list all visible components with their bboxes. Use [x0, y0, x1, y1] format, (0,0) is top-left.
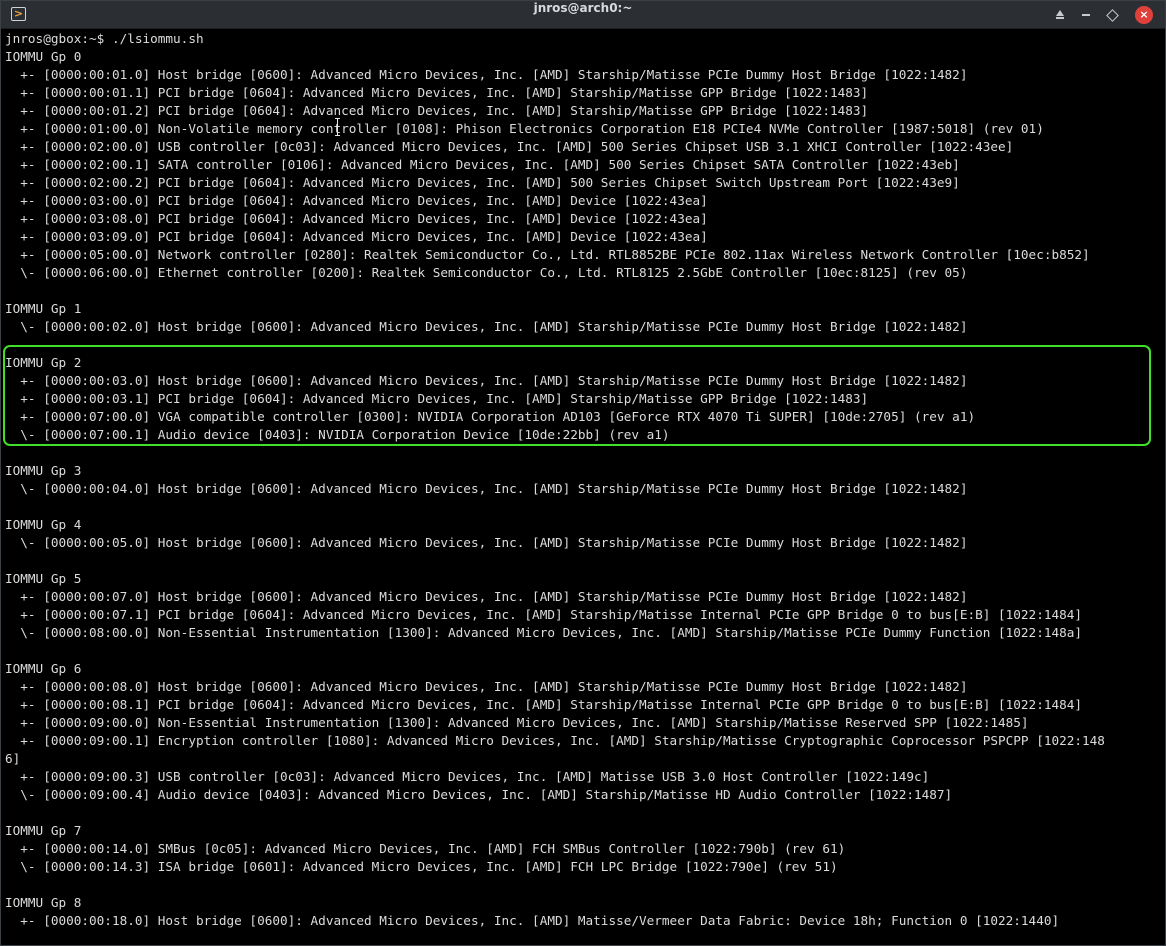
minimize-icon [1082, 14, 1090, 16]
output-line: +- [0000:00:14.0] SMBus [0c05]: Advanced… [5, 841, 846, 856]
terminal-window: > jnros@arch0:~ × jnros@gbox:~$ ./lsiomm… [0, 0, 1166, 946]
output-line: \- [0000:06:00.0] Ethernet controller [0… [5, 265, 968, 280]
output-line: +- [0000:09:00.1] Encryption controller … [5, 733, 1105, 748]
output-line: IOMMU Gp 2 [5, 355, 82, 370]
output-line: \- [0000:08:00.0] Non-Essential Instrume… [5, 625, 1083, 640]
output-line: +- [0000:00:03.0] Host bridge [0600]: Ad… [5, 373, 968, 388]
keep-above-button[interactable] [1051, 6, 1069, 24]
output-line: +- [0000:00:18.0] Host bridge [0600]: Ad… [5, 913, 1060, 928]
output-line: IOMMU Gp 1 [5, 301, 82, 316]
output-line: +- [0000:09:00.0] Non-Essential Instrume… [5, 715, 1029, 730]
output-line: \- [0000:00:05.0] Host bridge [0600]: Ad… [5, 535, 968, 550]
output-line: +- [0000:00:08.1] PCI bridge [0604]: Adv… [5, 697, 1083, 712]
output-line: IOMMU Gp 4 [5, 517, 82, 532]
output-line: +- [0000:03:00.0] PCI bridge [0604]: Adv… [5, 193, 708, 208]
maximize-button[interactable] [1103, 6, 1121, 24]
terminal-output[interactable]: jnros@gbox:~$ ./lsiommu.sh IOMMU Gp 0 +- … [5, 30, 1165, 945]
close-button[interactable]: × [1135, 6, 1153, 24]
output-line: +- [0000:02:00.2] PCI bridge [0604]: Adv… [5, 175, 960, 190]
output-line: +- [0000:00:08.0] Host bridge [0600]: Ad… [5, 679, 968, 694]
output-line: 6] [5, 751, 21, 766]
text-cursor-icon [335, 118, 341, 136]
output-line: +- [0000:03:09.0] PCI bridge [0604]: Adv… [5, 229, 708, 244]
title-bar[interactable]: > jnros@arch0:~ × [1, 1, 1165, 29]
output-line: +- [0000:07:00.0] VGA compatible control… [5, 409, 976, 424]
output-line: \- [0000:07:00.1] Audio device [0403]: N… [5, 427, 670, 442]
window-title: jnros@arch0:~ [533, 1, 633, 15]
output-line: +- [0000:05:00.0] Network controller [02… [5, 247, 1090, 262]
output-line: IOMMU Gp 5 [5, 571, 82, 586]
output-line: +- [0000:02:00.0] USB controller [0c03]:… [5, 139, 1014, 154]
output-line: IOMMU Gp 7 [5, 823, 82, 838]
keep-above-icon [1056, 10, 1064, 19]
maximize-icon [1105, 8, 1119, 22]
output-line: +- [0000:00:03.1] PCI bridge [0604]: Adv… [5, 391, 869, 406]
output-line: +- [0000:09:00.3] USB controller [0c03]:… [5, 769, 930, 784]
minimize-button[interactable] [1077, 6, 1095, 24]
output-line: \- [0000:00:04.0] Host bridge [0600]: Ad… [5, 481, 968, 496]
command-prompt-line: jnros@gbox:~$ ./lsiommu.sh [5, 31, 204, 46]
output-line: IOMMU Gp 3 [5, 463, 82, 478]
output-line: +- [0000:00:07.1] PCI bridge [0604]: Adv… [5, 607, 1083, 622]
output-line: \- [0000:09:00.4] Audio device [0403]: A… [5, 787, 953, 802]
output-line: \- [0000:00:14.3] ISA bridge [0601]: Adv… [5, 859, 838, 874]
output-line: +- [0000:00:01.1] PCI bridge [0604]: Adv… [5, 85, 869, 100]
output-line: \- [0000:00:02.0] Host bridge [0600]: Ad… [5, 319, 968, 334]
close-icon: × [1139, 8, 1149, 21]
output-line: IOMMU Gp 0 [5, 49, 82, 64]
output-line: +- [0000:00:01.0] Host bridge [0600]: Ad… [5, 67, 968, 82]
output-line: +- [0000:00:07.0] Host bridge [0600]: Ad… [5, 589, 968, 604]
output-line: IOMMU Gp 8 [5, 895, 82, 910]
output-line: IOMMU Gp 6 [5, 661, 82, 676]
output-line: +- [0000:00:01.2] PCI bridge [0604]: Adv… [5, 103, 869, 118]
output-line: +- [0000:02:00.1] SATA controller [0106]… [5, 157, 960, 172]
output-line: +- [0000:03:08.0] PCI bridge [0604]: Adv… [5, 211, 708, 226]
output-line: +- [0000:01:00.0] Non-Volatile memory co… [5, 121, 1044, 136]
